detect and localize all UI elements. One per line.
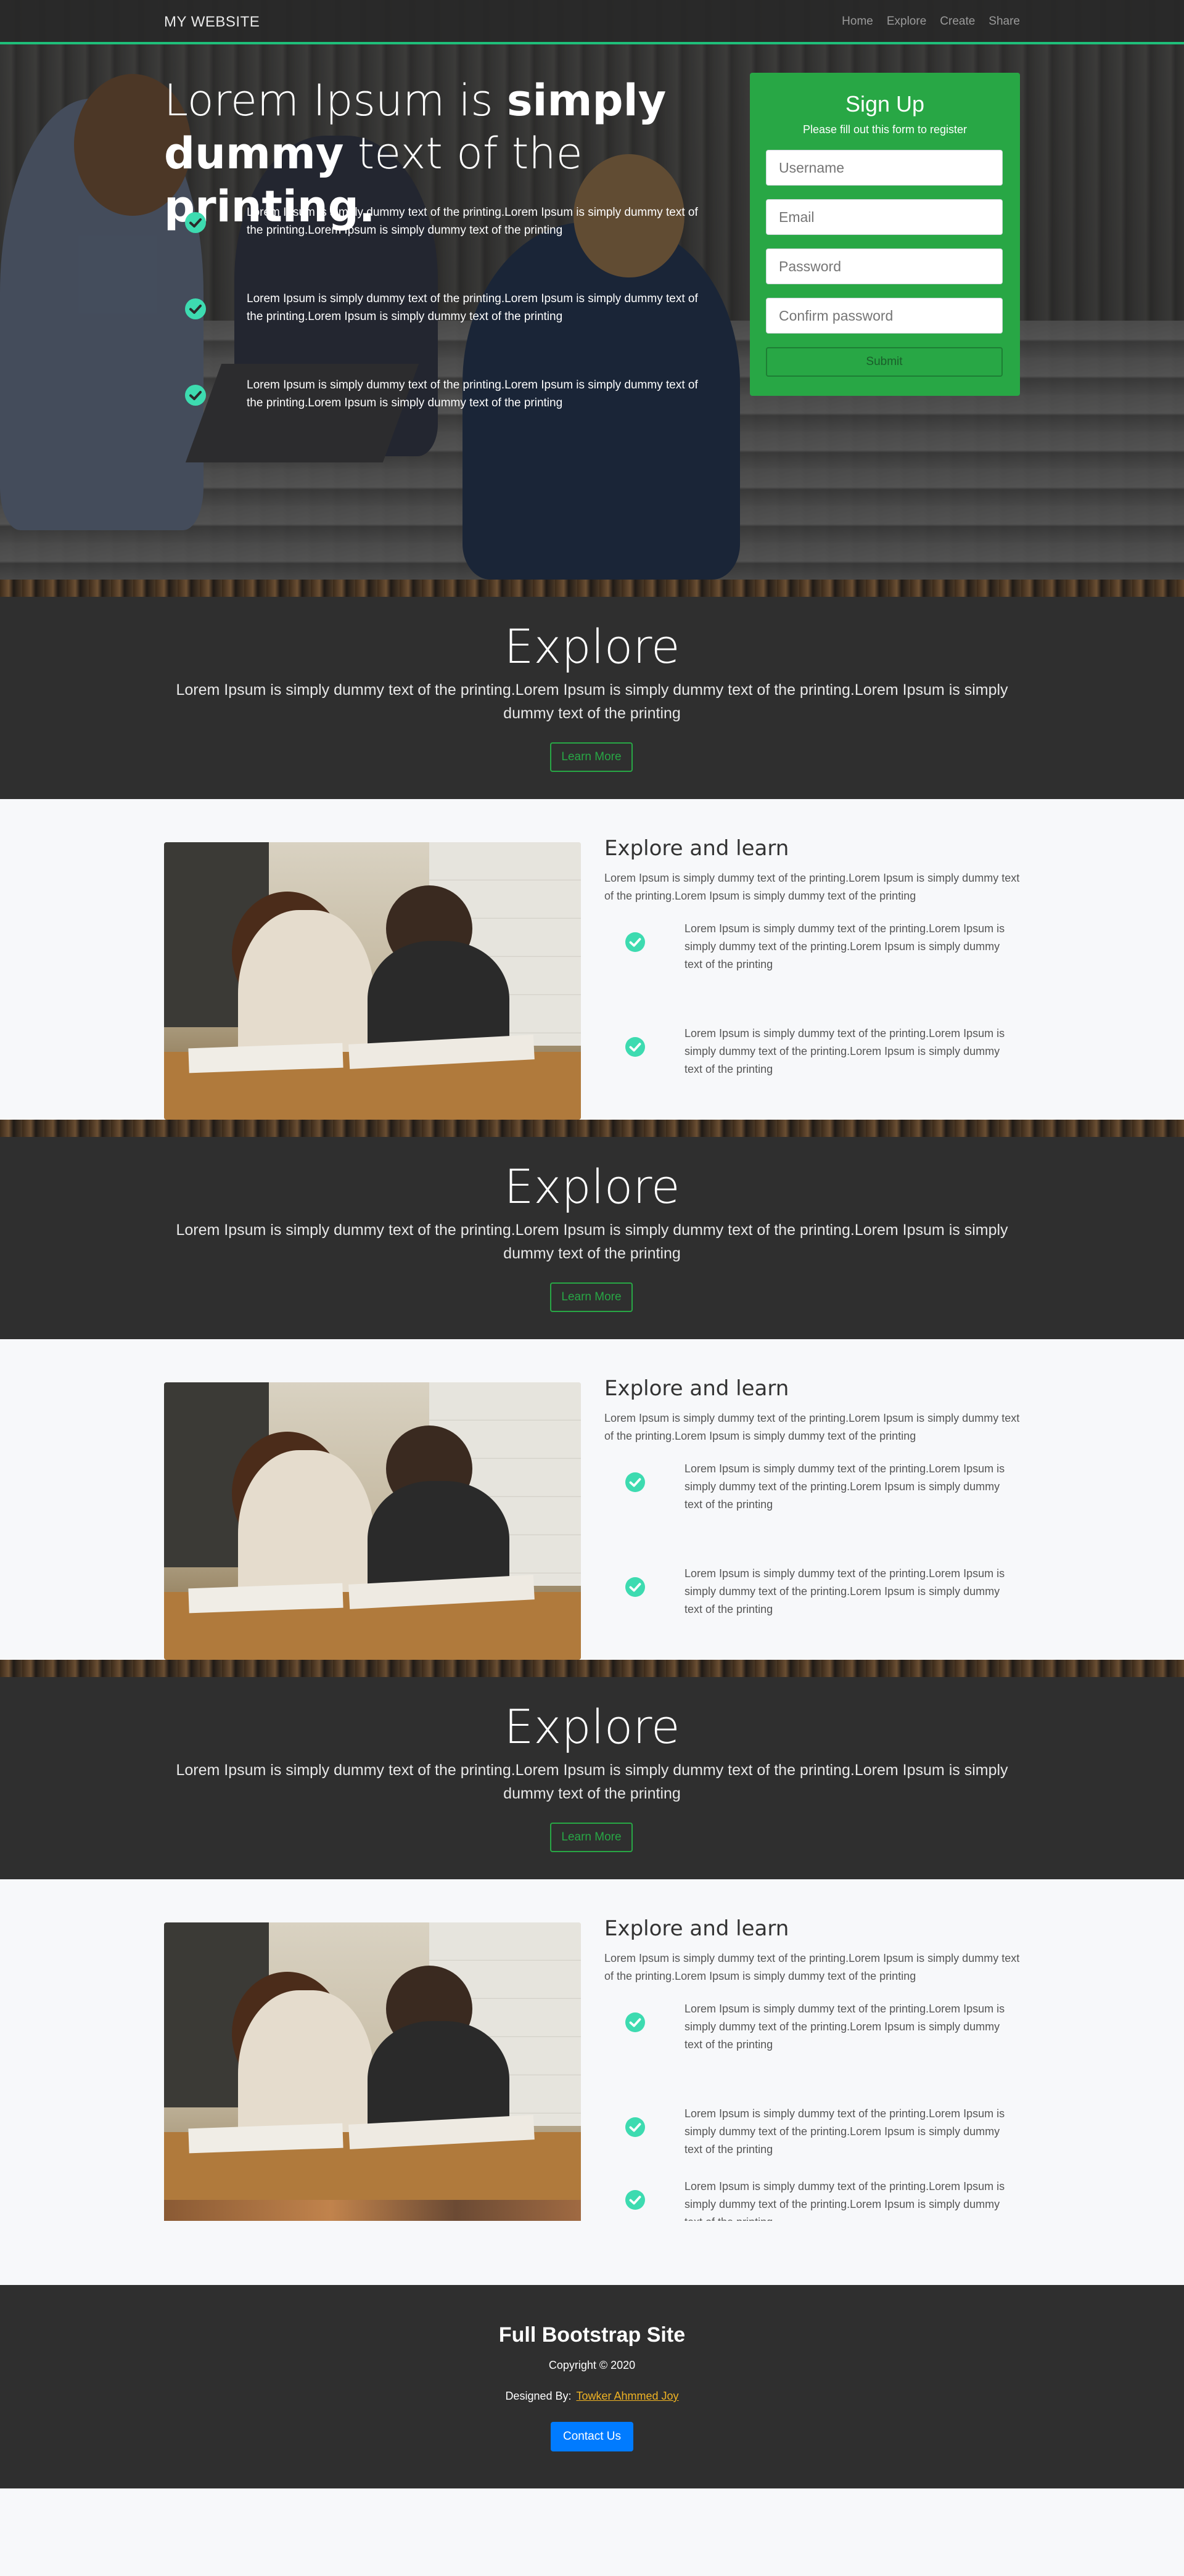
check-circle-icon xyxy=(625,2012,645,2032)
hero-section: Lorem Ipsum is simply dummy text of the p… xyxy=(0,0,1184,580)
section-title: Explore and learn xyxy=(604,1916,789,1941)
signup-subtitle: Please fill out this form to register xyxy=(802,123,968,136)
explore-banner: Explore Lorem Ipsum is simply dummy text… xyxy=(0,580,1184,799)
study-photo xyxy=(164,1382,581,1660)
brand-logo[interactable]: MY WEBSITE xyxy=(164,14,260,31)
check-circle-icon xyxy=(185,212,206,233)
feature-item: Lorem Ipsum is simply dummy text of the … xyxy=(604,1985,1024,2090)
feature-text: Lorem Ipsum is simply dummy text of the … xyxy=(684,1027,1005,1075)
feature-item: Lorem Ipsum is simply dummy text of the … xyxy=(604,2090,1024,2163)
check-circle-icon xyxy=(625,932,645,952)
check-circle-icon xyxy=(625,2117,645,2137)
banner-image-strip xyxy=(0,1120,1184,1137)
check-circle-icon xyxy=(625,2190,645,2210)
check-circle-icon xyxy=(185,385,206,406)
username-input[interactable] xyxy=(766,150,1003,186)
feature-item: Lorem Ipsum is simply dummy text of the … xyxy=(604,2163,1024,2221)
navbar: MY WEBSITE Home Explore Create Share xyxy=(0,0,1184,44)
signup-form: Sign Up Please fill out this form to reg… xyxy=(750,73,1020,396)
explore-learn-section: Explore and learn Lorem Ipsum is simply … xyxy=(0,799,1184,1120)
signup-title: Sign Up xyxy=(845,91,925,117)
explore-description: Lorem Ipsum is simply dummy text of the … xyxy=(176,1762,1008,1802)
learn-more-button[interactable]: Learn More xyxy=(550,1823,633,1852)
feature-text: Lorem Ipsum is simply dummy text of the … xyxy=(684,1567,1005,1615)
footer-designed-by: Designed By: Towker Ahmmed Joy xyxy=(0,2390,1184,2403)
learn-more-button[interactable]: Learn More xyxy=(550,1282,633,1312)
feature-text: Lorem Ipsum is simply dummy text of the … xyxy=(684,2003,1005,2051)
explore-banner: Explore Lorem Ipsum is simply dummy text… xyxy=(0,1660,1184,1879)
study-photo xyxy=(164,842,581,1120)
footer-copyright: Copyright © 2020 xyxy=(548,2359,636,2371)
explore-banner: Explore Lorem Ipsum is simply dummy text… xyxy=(0,1120,1184,1339)
hero-feature-item: Lorem Ipsum is simply dummy text of the … xyxy=(185,374,715,460)
nav-link-create[interactable]: Create xyxy=(940,15,975,28)
contact-us-button[interactable]: Contact Us xyxy=(551,2422,633,2451)
hero-feature-item: Lorem Ipsum is simply dummy text of the … xyxy=(185,201,715,287)
banner-image-strip xyxy=(0,580,1184,597)
section-title: Explore and learn xyxy=(604,836,789,861)
explore-description: Lorem Ipsum is simply dummy text of the … xyxy=(176,681,1008,722)
confirm-password-input[interactable] xyxy=(766,298,1003,334)
study-photo xyxy=(164,1922,581,2221)
explore-title: Explore xyxy=(504,1699,680,1754)
feature-item: Lorem Ipsum is simply dummy text of the … xyxy=(604,1550,1024,1655)
check-circle-icon xyxy=(625,1472,645,1492)
feature-text: Lorem Ipsum is simply dummy text of the … xyxy=(684,1462,1005,1511)
section-intro: Lorem Ipsum is simply dummy text of the … xyxy=(604,1952,1020,1982)
section-spacer xyxy=(0,2221,1184,2285)
explore-title: Explore xyxy=(504,1159,680,1214)
section-article: Explore and learn Lorem Ipsum is simply … xyxy=(604,1376,1024,1655)
section-article: Explore and learn Lorem Ipsum is simply … xyxy=(604,836,1024,1115)
check-circle-icon xyxy=(185,298,206,319)
footer: Full Bootstrap Site Copyright © 2020 Des… xyxy=(0,2285,1184,2488)
section-title: Explore and learn xyxy=(604,1376,789,1401)
check-circle-icon xyxy=(625,1577,645,1597)
feature-text: Lorem Ipsum is simply dummy text of the … xyxy=(684,2107,1005,2156)
nav-link-home[interactable]: Home xyxy=(842,15,873,28)
submit-button[interactable]: Submit xyxy=(766,347,1003,377)
section-article: Explore and learn Lorem Ipsum is simply … xyxy=(604,1916,1024,2221)
check-circle-icon xyxy=(625,1037,645,1057)
feature-text: Lorem Ipsum is simply dummy text of the … xyxy=(684,922,1005,970)
hero-feature-item: Lorem Ipsum is simply dummy text of the … xyxy=(185,287,715,374)
designed-by-label: Designed By: xyxy=(505,2390,572,2402)
banner-image-strip xyxy=(0,1660,1184,1677)
explore-learn-section: Explore and learn Lorem Ipsum is simply … xyxy=(0,1879,1184,2221)
password-input[interactable] xyxy=(766,248,1003,284)
nav-link-share[interactable]: Share xyxy=(989,15,1020,28)
learn-more-button[interactable]: Learn More xyxy=(550,742,633,772)
nav-link-explore[interactable]: Explore xyxy=(887,15,926,28)
hero-feature-text: Lorem Ipsum is simply dummy text of the … xyxy=(247,292,698,323)
feature-text: Lorem Ipsum is simply dummy text of the … xyxy=(684,2180,1005,2221)
designer-link[interactable]: Towker Ahmmed Joy xyxy=(577,2390,679,2402)
feature-item: Lorem Ipsum is simply dummy text of the … xyxy=(604,1445,1024,1550)
explore-description: Lorem Ipsum is simply dummy text of the … xyxy=(176,1221,1008,1262)
hero-feature-text: Lorem Ipsum is simply dummy text of the … xyxy=(247,379,698,409)
nav-links: Home Explore Create Share xyxy=(842,15,1020,28)
email-input[interactable] xyxy=(766,199,1003,235)
hero-feature-list: Lorem Ipsum is simply dummy text of the … xyxy=(185,201,715,460)
section-intro: Lorem Ipsum is simply dummy text of the … xyxy=(604,872,1020,902)
explore-learn-section: Explore and learn Lorem Ipsum is simply … xyxy=(0,1339,1184,1660)
hero-feature-text: Lorem Ipsum is simply dummy text of the … xyxy=(247,206,698,237)
feature-item: Lorem Ipsum is simply dummy text of the … xyxy=(604,905,1024,1010)
section-intro: Lorem Ipsum is simply dummy text of the … xyxy=(604,1412,1020,1442)
feature-item: Lorem Ipsum is simply dummy text of the … xyxy=(604,1010,1024,1115)
explore-title: Explore xyxy=(504,619,680,674)
footer-title: Full Bootstrap Site xyxy=(498,2323,686,2347)
